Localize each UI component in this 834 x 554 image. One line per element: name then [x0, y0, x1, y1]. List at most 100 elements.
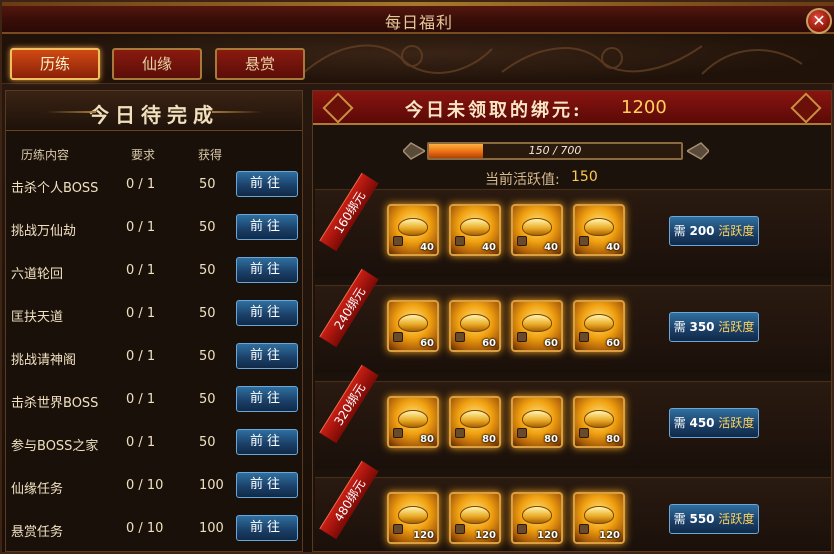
go-button[interactable]: 前往 [236, 429, 298, 455]
need-prefix: 需 [673, 512, 686, 526]
activity-label: 当前活跃值: [485, 172, 560, 188]
go-button[interactable]: 前往 [236, 343, 298, 369]
item-qty: 120 [599, 530, 620, 541]
go-button[interactable]: 前往 [236, 386, 298, 412]
lock-icon [393, 524, 403, 534]
tier-ribbon: 480绑元 [319, 460, 379, 540]
tier-ribbon: 160绑元 [319, 172, 379, 252]
todo-header: 今日待完成 [6, 91, 302, 131]
title-bar: 每日福利 ✕ [2, 2, 834, 34]
task-row: 悬赏任务 0 / 10 100 前往 [6, 515, 302, 545]
task-req: 0 / 10 [126, 521, 164, 536]
task-req: 0 / 1 [126, 349, 156, 364]
item-qty: 80 [420, 434, 434, 445]
tab-lilian[interactable]: 历练 [10, 48, 100, 80]
go-button[interactable]: 前往 [236, 257, 298, 283]
task-row: 挑战请神阁 0 / 1 50 前往 [6, 343, 302, 373]
progress-left-cap-icon [403, 142, 425, 160]
item-qty: 60 [606, 338, 620, 349]
item-qty: 40 [420, 242, 434, 253]
task-req: 0 / 1 [126, 220, 156, 235]
task-row: 击杀世界BOSS 0 / 1 50 前往 [6, 386, 302, 416]
go-button[interactable]: 前往 [236, 171, 298, 197]
gold-ingot-icon[interactable]: 60 [573, 300, 625, 352]
gold-ingot-icon[interactable]: 40 [449, 204, 501, 256]
banner-diamond-icon [322, 92, 354, 124]
item-qty: 120 [475, 530, 496, 541]
gold-ingot-icon[interactable]: 80 [573, 396, 625, 448]
task-req: 0 / 1 [126, 263, 156, 278]
gold-ingot-icon[interactable]: 120 [449, 492, 501, 544]
gold-ingot-icon[interactable]: 120 [573, 492, 625, 544]
go-button[interactable]: 前往 [236, 214, 298, 240]
go-button[interactable]: 前往 [236, 472, 298, 498]
gold-ingot-icon[interactable]: 40 [511, 204, 563, 256]
task-reward: 50 [199, 263, 216, 278]
item-qty: 60 [544, 338, 558, 349]
tab-xianyuan[interactable]: 仙缘 [112, 48, 202, 80]
activity-progress: 150 / 700 [403, 139, 715, 163]
task-req: 0 / 1 [126, 392, 156, 407]
task-name: 击杀个人BOSS [11, 181, 99, 196]
task-name: 挑战请神阁 [11, 353, 77, 368]
col-head-reward: 获得 [198, 148, 223, 162]
col-head-name: 历练内容 [21, 148, 70, 162]
close-button[interactable]: ✕ [806, 8, 832, 34]
gold-ingot-icon[interactable]: 120 [387, 492, 439, 544]
reward-tier: 320绑元 80 80 80 80 需 450 活跃度 [315, 364, 831, 469]
gold-ingot-icon[interactable]: 60 [511, 300, 563, 352]
need-value: 450 [689, 416, 715, 430]
need-value: 350 [689, 320, 715, 334]
todo-title: 今日待完成 [6, 99, 302, 128]
claim-button[interactable]: 需 350 活跃度 [669, 312, 759, 342]
tab-xuanshang[interactable]: 悬赏 [215, 48, 305, 80]
lock-icon [579, 332, 589, 342]
claim-button[interactable]: 需 200 活跃度 [669, 216, 759, 246]
go-button[interactable]: 前往 [236, 300, 298, 326]
gold-ingot-icon[interactable]: 80 [387, 396, 439, 448]
gold-ingot-icon[interactable]: 60 [449, 300, 501, 352]
lock-icon [517, 428, 527, 438]
lock-icon [579, 236, 589, 246]
item-qty: 40 [544, 242, 558, 253]
claim-button[interactable]: 需 550 活跃度 [669, 504, 759, 534]
daily-welfare-window: 每日福利 ✕ 历练 仙缘 悬赏 今日待完成 历练内容 要求 获得 击杀个人BOS… [0, 0, 834, 554]
task-row: 六道轮回 0 / 1 50 前往 [6, 257, 302, 287]
task-req: 0 / 10 [126, 478, 164, 493]
task-reward: 50 [199, 220, 216, 235]
need-unit: 活跃度 [718, 416, 755, 430]
tier-ribbon: 240绑元 [319, 268, 379, 348]
progress-track: 150 / 700 [427, 142, 683, 160]
need-unit: 活跃度 [718, 224, 755, 238]
gold-ingot-icon[interactable]: 40 [387, 204, 439, 256]
claim-button[interactable]: 需 450 活跃度 [669, 408, 759, 438]
progress-text: 150 / 700 [528, 144, 582, 157]
task-reward: 50 [199, 306, 216, 321]
reward-tier: 160绑元 40 40 40 40 需 200 活跃度 [315, 172, 831, 277]
reward-panel: 今日未领取的绑元: 1200 150 / 700 当前活跃值: 150 160绑… [312, 90, 832, 552]
reward-tier: 240绑元 60 60 60 60 需 350 活跃度 [315, 268, 831, 373]
reward-tier: 480绑元 120 120 120 120 需 550 活跃度 [315, 460, 831, 551]
task-reward: 100 [199, 521, 224, 536]
task-name: 参与BOSS之家 [11, 439, 99, 454]
gold-ingot-icon[interactable]: 80 [511, 396, 563, 448]
gold-ingot-icon[interactable]: 80 [449, 396, 501, 448]
task-reward: 50 [199, 349, 216, 364]
go-button[interactable]: 前往 [236, 515, 298, 541]
item-qty: 40 [606, 242, 620, 253]
ornamental-band: 历练 仙缘 悬赏 [2, 34, 834, 84]
task-name: 匡扶天道 [11, 310, 64, 325]
task-row: 仙缘任务 0 / 10 100 前往 [6, 472, 302, 502]
item-qty: 60 [420, 338, 434, 349]
task-row: 参与BOSS之家 0 / 1 50 前往 [6, 429, 302, 459]
lock-icon [455, 236, 465, 246]
task-reward: 100 [199, 478, 224, 493]
need-prefix: 需 [673, 416, 686, 430]
unclaimed-label: 今日未领取的绑元: [405, 100, 583, 121]
task-name: 仙缘任务 [11, 482, 64, 497]
item-qty: 80 [606, 434, 620, 445]
gold-ingot-icon[interactable]: 120 [511, 492, 563, 544]
gold-ingot-icon[interactable]: 60 [387, 300, 439, 352]
gold-ingot-icon[interactable]: 40 [573, 204, 625, 256]
close-icon: ✕ [812, 11, 826, 30]
